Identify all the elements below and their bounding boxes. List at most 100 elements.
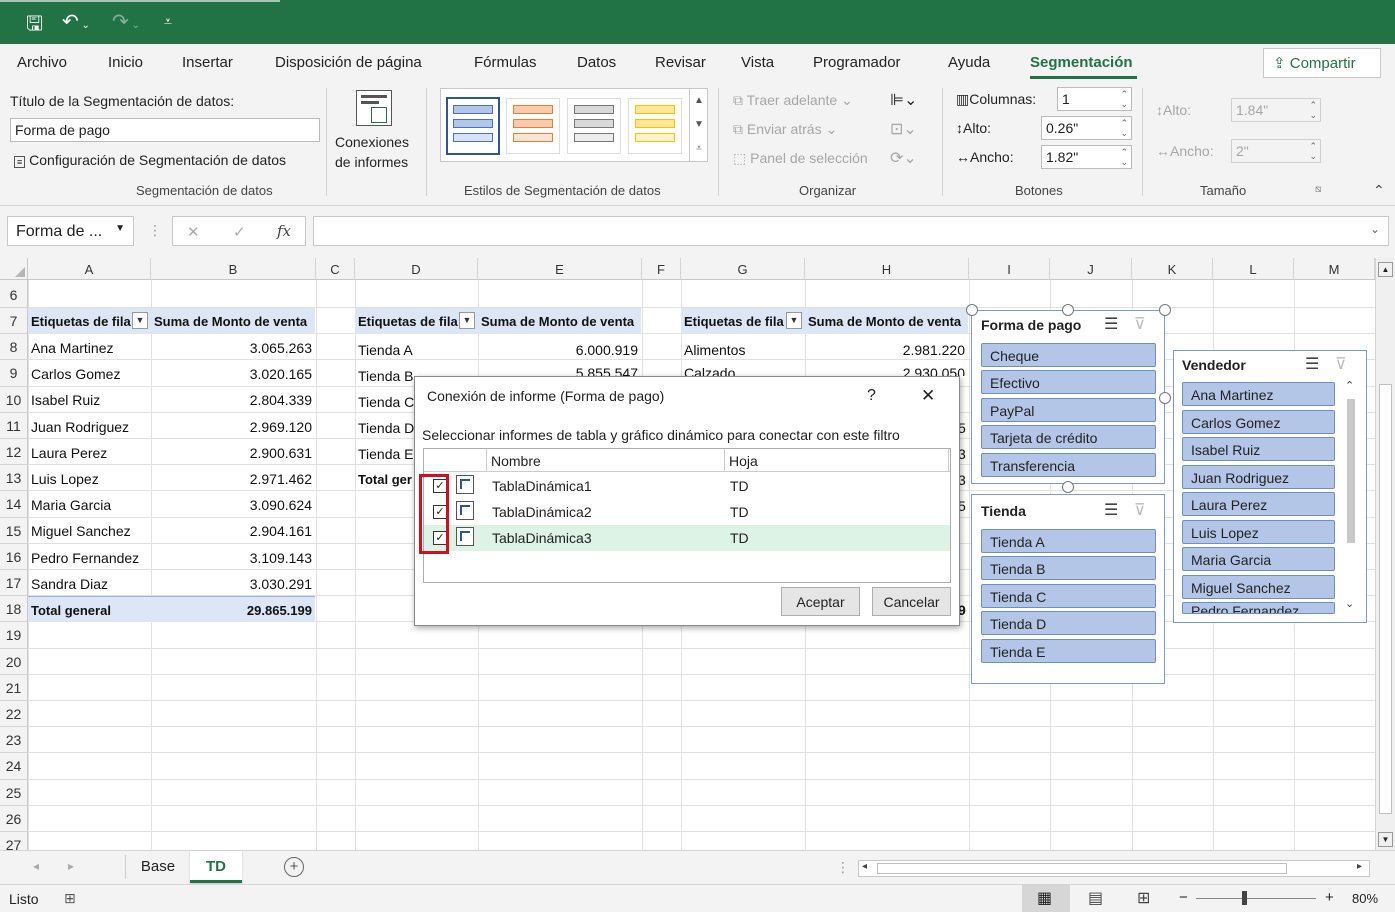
slicer-vendedor[interactable]: Vendedor ☰ ⊽ Ana Martinez Carlos Gomez I…: [1173, 350, 1367, 623]
clear-filter-icon[interactable]: ⊽: [1335, 354, 1347, 374]
pivot-list-row[interactable]: ✓ TablaDinámica3 TD: [424, 525, 950, 551]
row-header[interactable]: 11: [0, 412, 28, 439]
row-header[interactable]: 8: [0, 334, 28, 361]
col-header-m[interactable]: M: [1294, 258, 1375, 280]
tab-formulas[interactable]: Fórmulas: [474, 54, 537, 71]
col-header-b[interactable]: B: [151, 258, 316, 280]
col-header-a[interactable]: A: [28, 258, 151, 280]
pivot-list-row[interactable]: ✓ TablaDinámica2 TD: [424, 499, 950, 525]
row-header[interactable]: 20: [0, 648, 28, 675]
slicer-item-tienda-b[interactable]: Tienda B: [981, 556, 1156, 580]
style-orange[interactable]: [506, 98, 560, 154]
macro-record-icon[interactable]: ⊞: [64, 890, 76, 907]
close-icon[interactable]: ✕: [921, 386, 935, 406]
tab-vista[interactable]: Vista: [741, 54, 774, 71]
tab-ayuda[interactable]: Ayuda: [948, 54, 990, 71]
row-header[interactable]: 12: [0, 439, 28, 466]
row-header[interactable]: 14: [0, 491, 28, 518]
clear-filter-icon[interactable]: ⊽: [1134, 314, 1146, 334]
resize-handle[interactable]: [1159, 392, 1171, 404]
row-header[interactable]: 24: [0, 753, 28, 780]
style-gray[interactable]: [567, 98, 621, 154]
slicer-item-vendedor[interactable]: Laura Perez: [1182, 492, 1335, 516]
tab-programador[interactable]: Programador: [813, 54, 901, 71]
slicer-styles-gallery[interactable]: ▲ ▼ ⩡: [440, 88, 708, 162]
sheet-tab-base[interactable]: Base: [126, 851, 190, 883]
style-blue[interactable]: [446, 97, 500, 155]
slicer-item-cheque[interactable]: Cheque: [981, 343, 1156, 367]
col-header-g[interactable]: G: [681, 258, 805, 280]
slicer-caption-input[interactable]: Forma de pago: [10, 118, 320, 142]
name-box[interactable]: Forma de ... ▼: [7, 216, 134, 246]
row-header[interactable]: 23: [0, 727, 28, 754]
pivot-list-row[interactable]: ✓ TablaDinámica1 TD: [424, 473, 950, 499]
col-header-d[interactable]: D: [355, 258, 478, 280]
col-header-l[interactable]: L: [1213, 258, 1294, 280]
cancel-button[interactable]: Cancelar: [872, 587, 951, 616]
zoom-level[interactable]: 80%: [1352, 891, 1378, 906]
tab-revisar[interactable]: Revisar: [655, 54, 706, 71]
col-header-f[interactable]: F: [642, 258, 681, 280]
help-icon[interactable]: ?: [867, 387, 876, 405]
slicer-item-vendedor-partial[interactable]: Pedro Fernandez: [1182, 602, 1335, 614]
slicer-settings-button[interactable]: ≡ Configuración de Segmentación de datos: [14, 152, 286, 168]
undo-icon[interactable]: ↶ ⌄: [62, 9, 90, 34]
tab-insertar[interactable]: Insertar: [182, 54, 233, 71]
row-header[interactable]: 22: [0, 701, 28, 728]
slicer-item-tienda-d[interactable]: Tienda D: [981, 611, 1156, 635]
slicer-item-tienda-c[interactable]: Tienda C: [981, 584, 1156, 608]
customize-qat-icon[interactable]: ⩡: [164, 13, 172, 30]
multi-select-icon[interactable]: ☰: [1104, 314, 1118, 334]
row-header[interactable]: 21: [0, 674, 28, 701]
row-header[interactable]: 10: [0, 386, 28, 413]
slicer-item-vendedor[interactable]: Miguel Sanchez: [1182, 575, 1335, 599]
prev-sheet-icon[interactable]: ◂: [33, 859, 39, 873]
sheet-tab-td[interactable]: TD: [190, 851, 242, 883]
scroll-down-icon[interactable]: ▼: [1378, 832, 1393, 847]
pivot2-filter-dropdown-icon[interactable]: ▼: [459, 312, 475, 329]
zoom-slider[interactable]: [1196, 898, 1316, 899]
multi-select-icon[interactable]: ☰: [1305, 354, 1319, 374]
slicer-item-transferencia[interactable]: Transferencia: [981, 453, 1156, 477]
page-break-icon[interactable]: ⊞: [1137, 888, 1150, 908]
slicer-tienda[interactable]: Tienda ☰ ⊽ Tienda A Tienda B Tienda C Ti…: [971, 494, 1165, 684]
row-header[interactable]: 26: [0, 805, 28, 832]
row-header[interactable]: 13: [0, 465, 28, 492]
slicer-item-vendedor[interactable]: Carlos Gomez: [1182, 410, 1335, 434]
slicer-scrollbar[interactable]: ⌃ ⌄: [1342, 379, 1360, 615]
save-icon[interactable]: 🖫: [26, 9, 43, 43]
col-header-k[interactable]: K: [1132, 258, 1213, 280]
collapse-ribbon-icon[interactable]: ⌃: [1373, 182, 1385, 199]
resize-handle[interactable]: [1062, 481, 1074, 493]
zoom-slider-thumb[interactable]: [1242, 891, 1247, 905]
slicer-forma-de-pago[interactable]: Forma de pago ☰ ⊽ Cheque Efectivo PayPal…: [971, 310, 1165, 484]
list-header-name[interactable]: Nombre: [491, 453, 541, 469]
col-header-i[interactable]: I: [969, 258, 1050, 280]
columns-input[interactable]: 1 ⌃ ⌄: [1057, 87, 1132, 111]
col-header-e[interactable]: E: [478, 258, 642, 280]
slicer-item-tienda-e[interactable]: Tienda E: [981, 639, 1156, 663]
clear-filter-icon[interactable]: ⊽: [1134, 500, 1146, 520]
tab-disposicion[interactable]: Disposición de página: [275, 54, 422, 71]
vertical-scrollbar[interactable]: ▲ ▼: [1375, 258, 1395, 850]
col-header-j[interactable]: J: [1050, 258, 1132, 280]
formula-input[interactable]: ⌄: [313, 216, 1389, 246]
pivot3-filter-dropdown-icon[interactable]: ▼: [786, 312, 802, 329]
scroll-up-icon[interactable]: ▲: [1378, 262, 1393, 277]
cancel-formula-icon[interactable]: ✕: [187, 223, 200, 241]
normal-view-button[interactable]: ▦: [1022, 885, 1070, 912]
row-header[interactable]: 6: [0, 280, 28, 308]
resize-handle[interactable]: [1062, 304, 1074, 316]
slicer-item-vendedor[interactable]: Juan Rodriguez: [1182, 465, 1335, 489]
redo-icon[interactable]: ↷ ⌄: [112, 9, 140, 34]
share-button[interactable]: ⇪ Compartir: [1263, 48, 1381, 78]
next-sheet-icon[interactable]: ▸: [68, 859, 74, 873]
row-header[interactable]: 7: [0, 308, 28, 335]
size-dialog-launcher-icon[interactable]: ⧅: [1315, 184, 1321, 195]
slicer-item-tienda-a[interactable]: Tienda A: [981, 529, 1156, 553]
button-height-input[interactable]: 0.26" ⌃ ⌄: [1041, 116, 1132, 140]
resize-handle[interactable]: [966, 304, 978, 316]
tab-datos[interactable]: Datos: [577, 54, 616, 71]
align-icon[interactable]: ⊫⌄: [890, 90, 917, 110]
zoom-out-icon[interactable]: −: [1179, 889, 1188, 906]
